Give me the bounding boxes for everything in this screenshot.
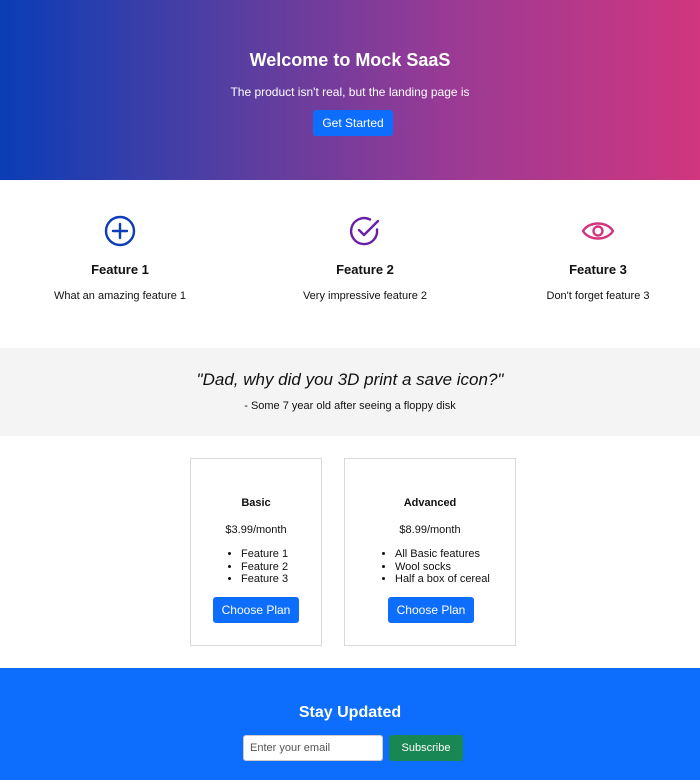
feature-title: Feature 3 [569,262,627,277]
pricing-section: Basic $3.99/month Feature 1 Feature 2 Fe… [0,436,700,668]
choose-plan-button[interactable]: Choose Plan [213,597,299,623]
testimonial-quote: "Dad, why did you 3D print a save icon?" [196,370,504,389]
hero-section: Welcome to Mock SaaS The product isn't r… [0,0,700,180]
plan-feature-item: Feature 1 [241,548,288,561]
testimonial-section: "Dad, why did you 3D print a save icon?"… [0,348,700,436]
feature-card: Feature 3 Don't forget feature 3 [523,180,673,348]
feature-card: Feature 2 Very impressive feature 2 [290,180,440,348]
plan-price: $8.99/month [399,524,461,536]
plan-feature-item: Half a box of cereal [395,573,490,586]
pricing-card-advanced: Advanced $8.99/month All Basic features … [344,458,516,646]
feature-description: Don't forget feature 3 [546,290,650,302]
hero-title: Welcome to Mock SaaS [249,50,451,70]
plan-feature-item: All Basic features [395,548,490,561]
plan-price: $3.99/month [225,524,287,536]
feature-card: Feature 1 What an amazing feature 1 [45,180,195,348]
plan-name: Basic [241,497,271,509]
pricing-card-basic: Basic $3.99/month Feature 1 Feature 2 Fe… [190,458,322,646]
testimonial-attribution: - Some 7 year old after seeing a floppy … [244,400,456,412]
check-circle-icon [349,216,380,246]
get-started-button[interactable]: Get Started [313,110,393,136]
choose-plan-button[interactable]: Choose Plan [388,597,474,623]
newsletter-section: Stay Updated Subscribe [0,668,700,780]
plan-feature-list: Feature 1 Feature 2 Feature 3 [227,548,288,586]
features-section: Feature 1 What an amazing feature 1 Feat… [0,180,700,348]
feature-title: Feature 1 [91,262,149,277]
feature-description: What an amazing feature 1 [53,290,187,302]
plan-feature-item: Wool socks [395,561,490,574]
hero-subtitle: The product isn't real, but the landing … [230,85,470,99]
eye-icon [581,222,615,240]
plan-name: Advanced [403,497,457,509]
plan-feature-item: Feature 3 [241,573,288,586]
feature-title: Feature 2 [336,262,394,277]
plan-feature-list: All Basic features Wool socks Half a box… [381,548,490,586]
plan-feature-item: Feature 2 [241,561,288,574]
feature-description: Very impressive feature 2 [302,290,428,302]
newsletter-title: Stay Updated [298,704,402,721]
subscribe-button[interactable]: Subscribe [389,735,463,761]
plus-circle-icon [104,215,136,247]
email-input[interactable] [243,735,383,761]
